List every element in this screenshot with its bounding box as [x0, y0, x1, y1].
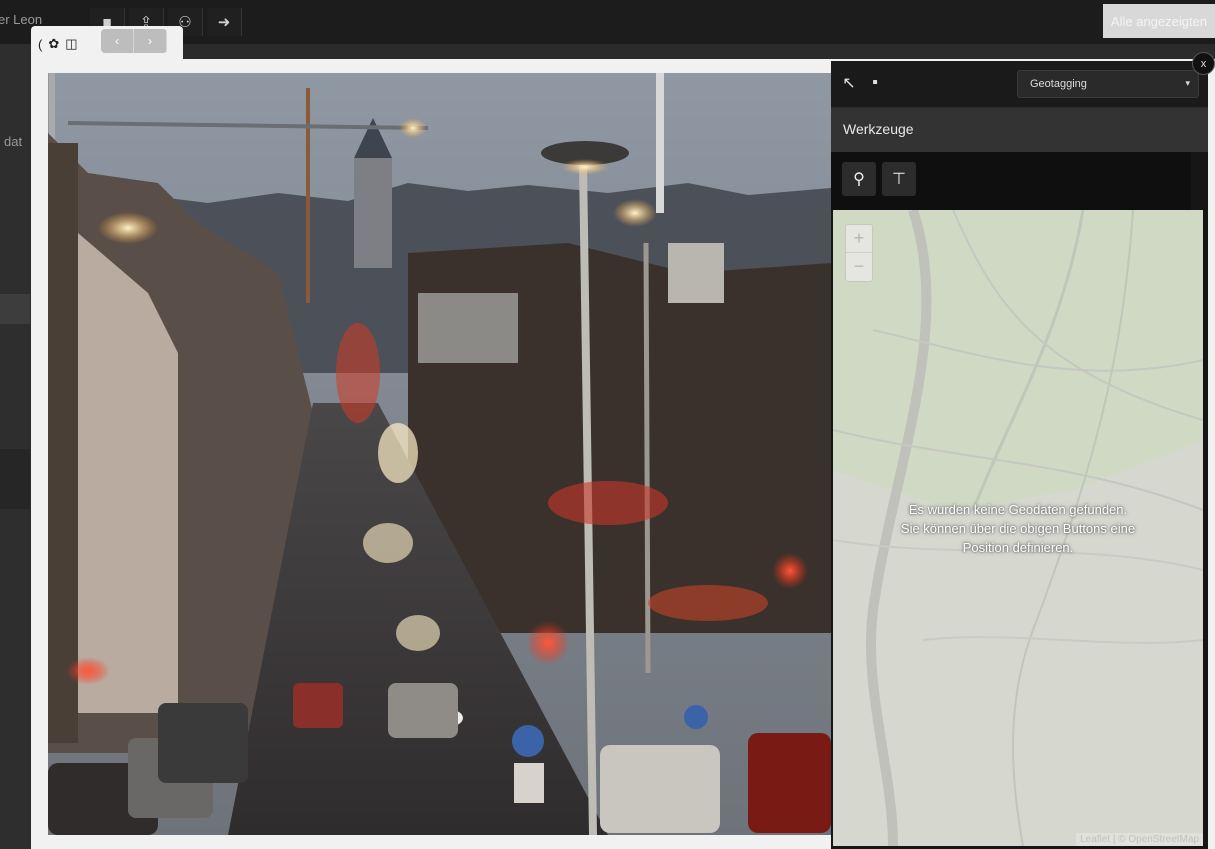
- save-icon[interactable]: ▪: [865, 73, 885, 93]
- sidebar-active-item: [0, 294, 30, 324]
- zoom-in-button[interactable]: +: [846, 225, 872, 253]
- tools-title: Werkzeuge: [843, 121, 914, 137]
- signpost-icon: ⊤: [892, 171, 906, 188]
- modal-tab: ( ✿ ◫ ‹ ›: [31, 26, 183, 64]
- street-photo: [48, 73, 831, 835]
- image-nav: ‹ ›: [101, 29, 167, 53]
- user-name-fragment: er Leon: [0, 12, 43, 27]
- map-view[interactable]: + − Es wurden keine Geodaten gefunden. S…: [833, 210, 1203, 846]
- message-line: Es wurden keine Geodaten gefunden.: [908, 502, 1128, 517]
- tab-bracket: (: [38, 36, 43, 52]
- sidebar-text-fragment: dat: [4, 134, 23, 149]
- map-marker-button[interactable]: ⚲: [842, 162, 876, 196]
- message-line: Position definieren.: [962, 540, 1074, 555]
- gear-icon[interactable]: ✿: [48, 36, 59, 52]
- pointer-icon[interactable]: ↖: [839, 73, 859, 93]
- close-button[interactable]: x: [1192, 52, 1215, 75]
- street-photo-image: [48, 73, 831, 835]
- background-sidebar: dat: [0, 44, 30, 849]
- zoom-out-button[interactable]: −: [846, 253, 872, 280]
- sidebar-toolbar: ↖ ▪ Geotagging ▾: [831, 61, 1208, 108]
- columns-icon[interactable]: ◫: [65, 36, 77, 52]
- zoom-control: + −: [845, 224, 873, 282]
- map-marker-icon: ⚲: [853, 171, 865, 188]
- next-image-button[interactable]: ›: [134, 29, 167, 53]
- sidebar-dark-item: [0, 449, 30, 509]
- previous-image-button[interactable]: ‹: [101, 29, 134, 53]
- signpost-button[interactable]: ⊤: [882, 162, 916, 196]
- chevron-down-icon: ▾: [1185, 78, 1190, 88]
- message-line: Sie können über die obigen Buttons eine: [900, 521, 1136, 536]
- mode-select-value: Geotagging: [1030, 78, 1087, 90]
- map-attribution[interactable]: Leaflet | © OpenStreetMap: [1076, 833, 1203, 846]
- tools-header: Werkzeuge: [831, 108, 1208, 152]
- no-geodata-message: Es wurden keine Geodaten gefunden. Sie k…: [863, 500, 1173, 557]
- tools-row: ⚲ ⊤: [831, 152, 1191, 210]
- mode-select[interactable]: Geotagging ▾: [1017, 70, 1199, 98]
- geotagging-sidebar: ↖ ▪ Geotagging ▾ Werkzeuge ⚲ ⊤ + − Es wu…: [831, 61, 1208, 849]
